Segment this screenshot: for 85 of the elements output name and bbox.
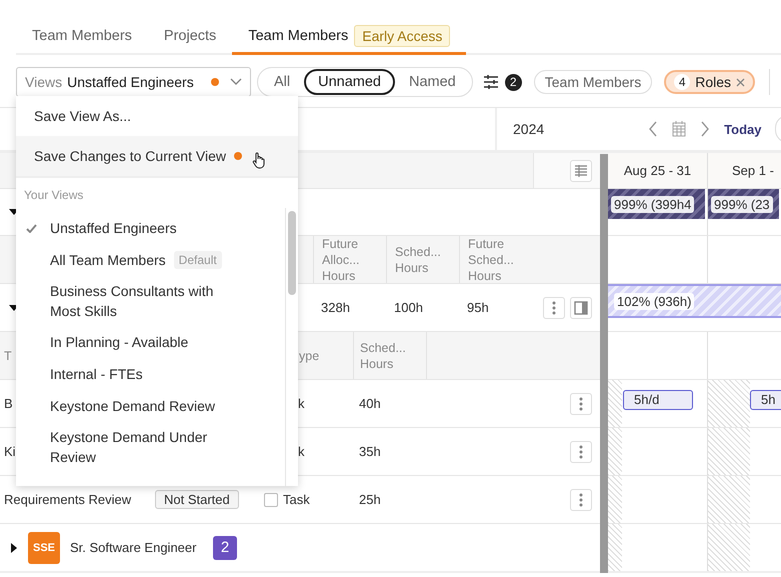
allocation-pill: 5h/d (623, 390, 693, 410)
view-option[interactable]: All Team Members Default (16, 244, 285, 276)
status-pill[interactable]: Not Started (155, 490, 239, 509)
more-button[interactable] (570, 488, 592, 510)
kebab-icon (552, 300, 556, 314)
more-button[interactable] (570, 440, 592, 462)
side-panel-button[interactable] (570, 296, 592, 318)
filter-chip[interactable]: 4 Roles (664, 70, 756, 94)
view-option[interactable]: Internal - FTEs (16, 358, 285, 390)
kebab-icon (579, 396, 583, 410)
close-icon[interactable] (736, 78, 746, 86)
table-cell: 35h (359, 444, 381, 459)
weekend-hatch (608, 380, 622, 427)
more-button[interactable] (543, 296, 565, 318)
year-label: 2024 (513, 121, 544, 137)
columns-icon (574, 164, 588, 178)
weekend-hatch (708, 428, 750, 475)
calendar-icon[interactable] (672, 121, 686, 137)
table-cell: 25h (359, 492, 381, 507)
column-header: Future Alloc... Hours (322, 236, 360, 284)
chip-label: Roles (695, 74, 732, 90)
caret-icon[interactable] (11, 542, 17, 552)
role-name: Sr. Software Engineer (70, 540, 198, 555)
column-settings-button[interactable] (570, 160, 592, 182)
view-option[interactable]: Keystone Demand Under Review (16, 422, 285, 472)
table-cell: 95h (467, 300, 489, 315)
chevron-right-icon[interactable] (700, 121, 710, 137)
weekend-hatch (708, 380, 750, 427)
scrollbar-thumb[interactable] (288, 211, 296, 295)
tab[interactable]: Team Members Early Access (232, 20, 466, 55)
table-cell: 40h (359, 396, 381, 411)
filter-chip[interactable]: Team Members (534, 70, 652, 94)
chevron-down-icon (230, 78, 242, 86)
checkbox[interactable] (264, 492, 278, 506)
count-badge: 2 (213, 536, 237, 560)
tab[interactable]: Projects (148, 20, 232, 55)
weekend-hatch (608, 428, 622, 475)
table-cell: 100h (394, 300, 423, 315)
kebab-icon (579, 444, 583, 458)
role-avatar: SSE (28, 532, 60, 564)
week-header: Sep 1 - (708, 153, 781, 188)
chip-count: 4 (674, 74, 690, 90)
segment-option[interactable]: All (260, 69, 304, 95)
task-type: Task (283, 492, 310, 507)
column-header: Future Sched... Hours (468, 236, 514, 284)
task-type: k (297, 444, 304, 459)
column-header: T (4, 348, 12, 364)
column-header: Sched... Hours (395, 244, 441, 276)
early-access-badge: Early Access (354, 25, 450, 47)
view-option[interactable]: Business Consultants with Most Skills (16, 276, 285, 326)
allocation-bar: 999% (399h4 (608, 189, 705, 219)
menu-item[interactable]: Save Changes to Current View (16, 136, 298, 176)
weekend-hatch (708, 476, 750, 523)
task-name: Ki (4, 444, 16, 459)
default-badge: Default (174, 251, 222, 269)
panel-icon (574, 300, 588, 314)
view-option[interactable]: In Planning - Available (16, 326, 285, 358)
menu-item[interactable]: Save View As... (16, 96, 298, 136)
allocation-bar: 102% (936h) (608, 284, 781, 318)
filter-icon[interactable] (482, 75, 499, 89)
chevron-left-icon[interactable] (648, 121, 658, 137)
filter-count-badge: 2 (504, 74, 522, 90)
chip-label: Team Members (544, 74, 642, 90)
column-header: ype (298, 348, 320, 364)
tab[interactable]: Team Members (16, 20, 148, 55)
kebab-icon (579, 492, 583, 506)
task-type: k (297, 396, 304, 411)
week-header: Aug 25 - 31 (608, 153, 708, 188)
more-button[interactable] (570, 392, 592, 414)
column-header: Sched... Hours (360, 340, 407, 372)
view-option[interactable]: Unstaffed Engineers (16, 212, 285, 244)
segment-option[interactable]: Unnamed (304, 69, 395, 95)
weekend-hatch (708, 524, 750, 571)
task-name: B (4, 396, 13, 411)
section-title: Your Views (23, 187, 84, 204)
weekend-hatch (608, 524, 622, 571)
today-button[interactable]: Today (724, 122, 762, 136)
allocation-bar: 999% (23 (708, 189, 779, 219)
view-option[interactable]: Keystone Demand Review (16, 390, 285, 422)
hand-cursor-icon (252, 152, 266, 168)
allocation-pill: 5h (750, 390, 781, 410)
segment-option[interactable]: Named (395, 69, 470, 95)
weekend-hatch (608, 476, 622, 523)
table-cell: 328h (321, 300, 350, 315)
task-name: Requirements Review (4, 492, 132, 507)
